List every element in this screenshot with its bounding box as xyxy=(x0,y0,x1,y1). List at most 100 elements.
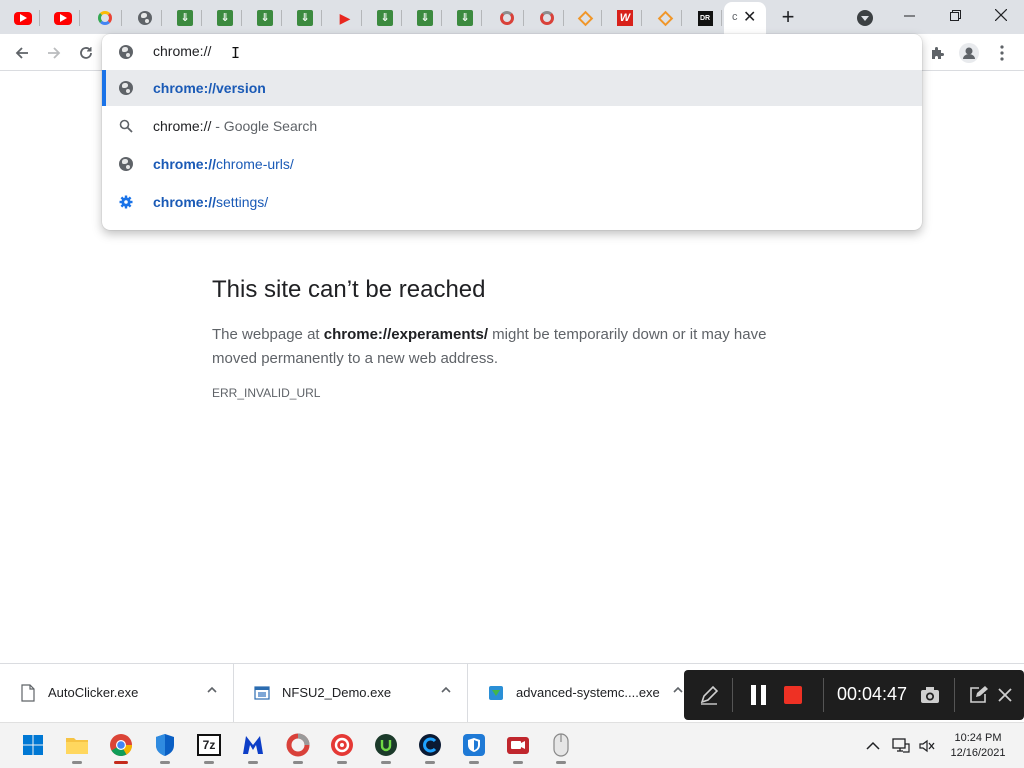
back-button[interactable] xyxy=(9,40,35,66)
reload-button[interactable] xyxy=(73,40,99,66)
avatar-icon xyxy=(959,43,979,63)
defender-icon[interactable] xyxy=(152,732,178,764)
tab[interactable] xyxy=(128,6,162,30)
green-download-icon: ⇓ xyxy=(177,10,193,26)
divider xyxy=(954,678,955,712)
w-icon: W xyxy=(617,10,633,26)
tab[interactable] xyxy=(568,6,602,30)
download-item[interactable]: advanced-systemc....exe xyxy=(468,664,684,722)
suggestion-bold: chrome:// xyxy=(153,156,217,172)
tab[interactable]: ⇓ xyxy=(368,6,402,30)
arrow-left-icon xyxy=(15,47,28,59)
profile-button[interactable] xyxy=(957,41,981,65)
camera-icon[interactable] xyxy=(920,686,940,704)
c-app-icon[interactable] xyxy=(417,732,443,764)
close-tab-icon[interactable]: ✕ xyxy=(743,7,756,27)
error-page: This site can’t be reached The webpage a… xyxy=(212,276,812,400)
file-explorer-icon[interactable] xyxy=(64,732,90,764)
suggestion-chrome-version[interactable]: chrome://version xyxy=(102,70,922,106)
tab[interactable] xyxy=(46,6,80,30)
tool-icon[interactable] xyxy=(329,732,355,764)
upwork-icon[interactable] xyxy=(373,732,399,764)
stop-icon[interactable] xyxy=(784,686,802,704)
mouse-icon[interactable] xyxy=(548,732,574,764)
error-body-prefix: The webpage at xyxy=(212,326,324,343)
globe-icon xyxy=(119,157,133,171)
active-tab[interactable]: c ✕ xyxy=(724,2,766,34)
edit-window-icon[interactable] xyxy=(968,685,988,705)
tab-separator xyxy=(79,10,80,26)
chevron-up-icon[interactable] xyxy=(864,737,882,755)
tab[interactable]: ⇓ xyxy=(448,6,482,30)
security-app-icon[interactable] xyxy=(461,732,487,764)
omnibox-dropdown: I chrome://version chrome:// - Google Se… xyxy=(102,34,922,230)
globe-icon xyxy=(119,45,133,59)
pause-icon[interactable] xyxy=(750,685,768,705)
tab[interactable]: ⇓ xyxy=(288,6,322,30)
tab[interactable]: W xyxy=(608,6,642,30)
google-icon xyxy=(98,11,112,25)
video-recorder-icon[interactable] xyxy=(505,732,531,764)
running-indicator xyxy=(425,761,435,764)
pen-icon[interactable] xyxy=(698,684,720,706)
suggestion-chrome-settings[interactable]: chrome://settings/ xyxy=(102,184,922,220)
network-icon[interactable] xyxy=(892,737,910,755)
suggestion-rest: settings/ xyxy=(216,194,269,210)
download-item[interactable]: AutoClicker.exe xyxy=(0,664,234,722)
malwarebytes-icon[interactable] xyxy=(240,732,266,764)
system-clock[interactable]: 10:24 PM 12/16/2021 xyxy=(946,731,1010,761)
download-filename: AutoClicker.exe xyxy=(48,685,139,700)
text-cursor-icon: I xyxy=(231,44,241,62)
recording-timer: 00:04:47 xyxy=(837,684,908,704)
tab-separator xyxy=(441,10,442,26)
ccleaner-icon[interactable] xyxy=(285,732,311,764)
green-download-icon: ⇓ xyxy=(257,10,273,26)
clock-time: 10:24 PM xyxy=(954,732,1002,744)
omnibox-input-row[interactable]: I xyxy=(102,34,922,70)
globe-icon xyxy=(119,81,133,95)
menu-button[interactable] xyxy=(990,41,1014,65)
tab[interactable] xyxy=(88,6,122,30)
tab[interactable]: ⇓ xyxy=(248,6,282,30)
minimize-icon xyxy=(903,15,915,16)
suggestion-chrome-urls[interactable]: chrome://chrome-urls/ xyxy=(102,146,922,182)
download-filename: advanced-systemc....exe xyxy=(516,685,660,700)
tab[interactable]: ▶ xyxy=(328,6,362,30)
extensions-button[interactable] xyxy=(926,41,950,65)
running-indicator xyxy=(160,761,170,764)
green-download-icon: ⇓ xyxy=(457,10,473,26)
gear-icon xyxy=(119,195,133,209)
address-bar-input[interactable] xyxy=(153,43,753,59)
tab[interactable] xyxy=(648,6,682,30)
minimize-button[interactable] xyxy=(886,0,932,30)
suggestion-google-search[interactable]: chrome:// - Google Search xyxy=(102,108,922,144)
chrome-icon[interactable] xyxy=(108,732,134,764)
tab-separator xyxy=(523,10,524,26)
restore-button[interactable] xyxy=(932,0,978,30)
close-window-button[interactable] xyxy=(978,0,1024,30)
download-item[interactable]: NFSU2_Demo.exe xyxy=(234,664,468,722)
tab[interactable]: ⇓ xyxy=(168,6,202,30)
7zip-icon[interactable]: 7z xyxy=(196,732,222,764)
forward-button[interactable] xyxy=(41,40,67,66)
tab[interactable] xyxy=(530,6,564,30)
tab[interactable]: ⇓ xyxy=(408,6,442,30)
suggestion-suffix: - Google Search xyxy=(211,118,318,134)
running-indicator xyxy=(114,761,128,764)
red-play-icon: ▶ xyxy=(339,10,351,26)
tab[interactable] xyxy=(490,6,524,30)
tab-separator xyxy=(121,10,122,26)
tab-search-icon[interactable] xyxy=(857,10,873,26)
volume-muted-icon[interactable] xyxy=(918,737,936,755)
chevron-up-icon[interactable] xyxy=(672,684,684,696)
start-icon[interactable] xyxy=(20,732,46,758)
chevron-up-icon[interactable] xyxy=(206,684,218,696)
green-download-icon: ⇓ xyxy=(297,10,313,26)
ccleaner-icon xyxy=(500,11,514,25)
tab[interactable] xyxy=(6,6,40,30)
close-icon[interactable] xyxy=(998,688,1012,702)
tab[interactable]: DR xyxy=(688,6,722,30)
new-tab-button[interactable]: + xyxy=(776,5,800,29)
tab[interactable]: ⇓ xyxy=(208,6,242,30)
chevron-up-icon[interactable] xyxy=(440,684,452,696)
